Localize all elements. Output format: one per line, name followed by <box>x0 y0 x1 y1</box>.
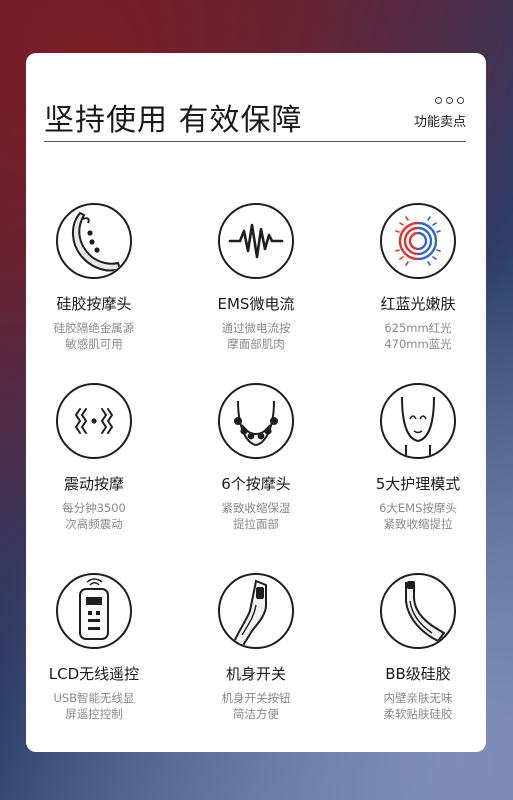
red-blue-light-icon <box>380 203 456 279</box>
ems-wave-icon <box>218 203 294 279</box>
feature-card: 坚持使用 有效保障 功能卖点 硅胶按摩头 硅胶隔绝金属源 敏感肌可用 EMS微电… <box>26 53 486 752</box>
feature-label: 5大护理模式 <box>375 475 461 493</box>
feature-vibration: 震动按摩 每分钟3500 次高频震动 <box>24 383 164 532</box>
feature-label: BB级硅胶 <box>385 665 451 683</box>
six-heads-face-icon <box>218 383 294 459</box>
feature-label: 震动按摩 <box>63 475 124 493</box>
feature-label: 机身开关 <box>225 665 286 683</box>
remote-control-icon <box>56 573 132 649</box>
feature-grid: 硅胶按摩头 硅胶隔绝金属源 敏感肌可用 EMS微电流 通过微电流按 摩面部肌肉 <box>26 53 486 752</box>
power-button-icon <box>218 573 294 649</box>
feature-desc: 通过微电流按 摩面部肌肉 <box>221 321 291 351</box>
vibration-icon <box>56 383 132 459</box>
feature-red-blue-light: 红蓝光嫩肤 625mm红光 470mm蓝光 <box>348 203 488 352</box>
feature-label: 6个按摩头 <box>221 475 291 493</box>
feature-label: 硅胶按摩头 <box>56 295 132 313</box>
feature-power-switch: 机身开关 机身开关按钮 简洁方便 <box>186 573 326 722</box>
feature-desc: USB智能无线显 屏遥控控制 <box>53 691 135 721</box>
feature-ems: EMS微电流 通过微电流按 摩面部肌肉 <box>186 203 326 352</box>
feature-silicone-head: 硅胶按摩头 硅胶隔绝金属源 敏感肌可用 <box>24 203 164 352</box>
silicone-head-icon <box>56 203 132 279</box>
feature-label: EMS微电流 <box>217 295 295 313</box>
feature-care-modes: 5大护理模式 6大EMS按摩头 紧致收缩提拉 <box>348 383 488 532</box>
feature-desc: 625mm红光 470mm蓝光 <box>384 321 452 351</box>
feature-desc: 每分钟3500 次高频震动 <box>62 501 126 531</box>
feature-desc: 紧致收缩保湿 提拉面部 <box>221 501 291 531</box>
feature-desc: 内壁亲肤无味 柔软贴肤硅胶 <box>383 691 453 721</box>
feature-desc: 6大EMS按摩头 紧致收缩提拉 <box>379 501 457 531</box>
feature-bb-silicone: BB级硅胶 内壁亲肤无味 柔软贴肤硅胶 <box>348 573 488 722</box>
face-outline-icon <box>380 383 456 459</box>
feature-lcd-remote: LCD无线遥控 USB智能无线显 屏遥控控制 <box>24 573 164 722</box>
feature-label: 红蓝光嫩肤 <box>380 295 456 313</box>
bb-silicone-icon <box>380 573 456 649</box>
feature-desc: 机身开关按钮 简洁方便 <box>221 691 291 721</box>
feature-desc: 硅胶隔绝金属源 敏感肌可用 <box>53 321 135 351</box>
feature-six-heads: 6个按摩头 紧致收缩保湿 提拉面部 <box>186 383 326 532</box>
feature-label: LCD无线遥控 <box>48 665 140 683</box>
